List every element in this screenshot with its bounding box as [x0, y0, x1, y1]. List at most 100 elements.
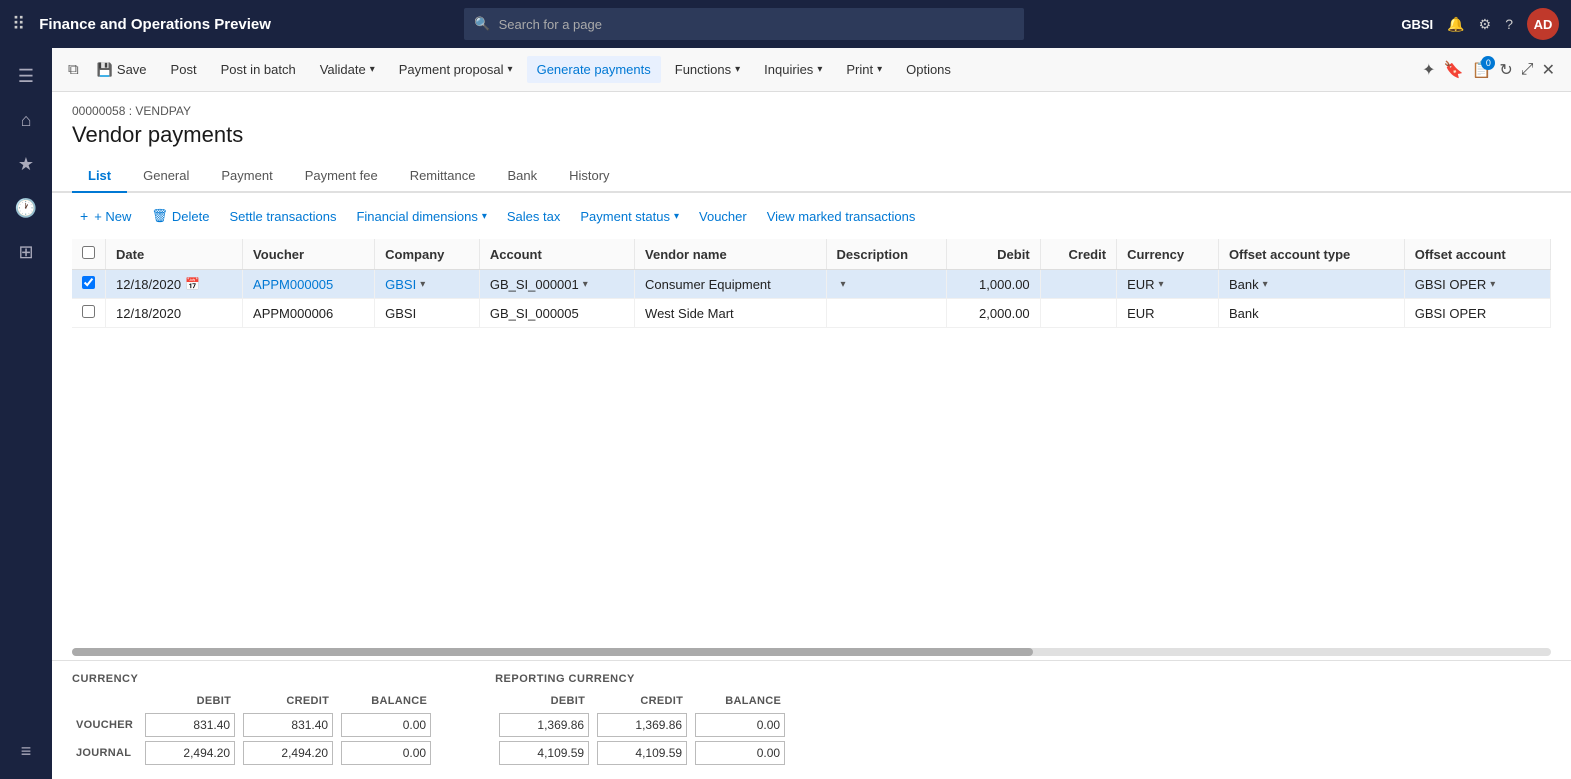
cell-currency: EUR: [1117, 299, 1219, 328]
sidebar-icon-menu[interactable]: ☰: [6, 56, 46, 96]
print-button[interactable]: Print ▾: [836, 56, 892, 83]
popout-icon[interactable]: ⤢: [1521, 61, 1534, 79]
sidebar: ☰ ⌂ ★ 🕐 ⊞ ≡: [0, 48, 52, 779]
offset-type-dropdown-icon[interactable]: ▾: [1263, 279, 1268, 290]
col-header-offset-account-type[interactable]: Offset account type: [1218, 239, 1404, 270]
financial-dim-dropdown-icon: ▾: [482, 211, 487, 222]
offset-account-dropdown-icon[interactable]: ▾: [1490, 279, 1495, 290]
generate-payments-button[interactable]: Generate payments: [527, 56, 661, 83]
cell-offset-account: GBSI OPER: [1404, 299, 1550, 328]
cell-voucher: APPM000006: [243, 299, 375, 328]
col-header-offset-account[interactable]: Offset account: [1404, 239, 1550, 270]
inquiries-button[interactable]: Inquiries ▾: [754, 56, 832, 83]
tabs: List General Payment Payment fee Remitta…: [52, 160, 1571, 193]
row-checkbox[interactable]: [82, 305, 95, 318]
sidebar-icon-home[interactable]: ⌂: [6, 100, 46, 140]
col-header-account[interactable]: Account: [479, 239, 634, 270]
tab-remittance[interactable]: Remittance: [394, 160, 492, 193]
personalize-icon[interactable]: ✦: [1422, 60, 1435, 80]
post-batch-button[interactable]: Post in batch: [211, 56, 306, 83]
horizontal-scrollbar[interactable]: [52, 644, 1571, 660]
tab-general[interactable]: General: [127, 160, 205, 193]
col-header-debit[interactable]: Debit: [947, 239, 1040, 270]
close-icon[interactable]: ✕: [1542, 60, 1555, 80]
grid-wrapper[interactable]: Date Voucher Company Account Vendor name…: [52, 239, 1571, 644]
notification-badge[interactable]: 📋 0: [1471, 60, 1491, 80]
data-grid: Date Voucher Company Account Vendor name…: [72, 239, 1551, 328]
payment-proposal-button[interactable]: Payment proposal ▾: [389, 56, 523, 83]
currency-summary-table: DEBIT CREDIT BALANCE VOUCHER: [72, 693, 435, 767]
top-bar: ⠿ Finance and Operations Preview 🔍 GBSI …: [0, 0, 1571, 48]
settle-transactions-button[interactable]: Settle transactions: [222, 204, 345, 229]
view-marked-transactions-button[interactable]: View marked transactions: [759, 204, 924, 229]
sidebar-icon-modules[interactable]: ≡: [6, 731, 46, 771]
col-header-description[interactable]: Description: [826, 239, 947, 270]
description-dropdown-icon[interactable]: ▾: [841, 279, 846, 290]
reporting-voucher-credit-input: [597, 713, 687, 737]
currency-balance-header: BALANCE: [337, 693, 435, 711]
search-input[interactable]: [499, 17, 1015, 32]
row-checkbox[interactable]: [82, 276, 95, 289]
row-check[interactable]: [72, 270, 106, 299]
help-icon[interactable]: ?: [1505, 16, 1513, 32]
settings-icon[interactable]: ⚙: [1479, 16, 1492, 33]
financial-dimensions-button[interactable]: Financial dimensions ▾: [348, 204, 494, 229]
sidebar-icon-recent[interactable]: 🕐: [6, 188, 46, 228]
voucher-button[interactable]: Voucher: [691, 204, 755, 229]
save-button[interactable]: 💾 Save: [87, 56, 157, 84]
top-bar-actions: GBSI 🔔 ⚙ ? AD: [1401, 8, 1559, 40]
col-header-voucher[interactable]: Voucher: [243, 239, 375, 270]
tab-bank[interactable]: Bank: [491, 160, 553, 193]
tab-list[interactable]: List: [72, 160, 127, 193]
currency-dropdown-icon[interactable]: ▾: [1159, 279, 1164, 290]
bookmark-icon[interactable]: 🔖: [1444, 60, 1464, 80]
reporting-journal-balance-input: [695, 741, 785, 765]
voucher-link[interactable]: APPM000005: [253, 277, 333, 292]
col-header-vendor-name[interactable]: Vendor name: [635, 239, 826, 270]
currency-journal-credit-cell: [239, 739, 337, 767]
user-avatar[interactable]: AD: [1527, 8, 1559, 40]
validate-button[interactable]: Validate ▾: [310, 56, 385, 83]
table-row[interactable]: 12/18/2020 APPM000006 GBSI GB_SI_000005 …: [72, 299, 1551, 328]
reporting-voucher-balance-cell: [691, 711, 789, 739]
table-row[interactable]: 12/18/2020 📅 APPM000005 GBSI ▾: [72, 270, 1551, 299]
select-all-checkbox[interactable]: [82, 246, 95, 259]
col-header-check[interactable]: [72, 239, 106, 270]
currency-voucher-debit-cell: [141, 711, 239, 739]
notification-icon[interactable]: 🔔: [1447, 16, 1464, 33]
grid-icon[interactable]: ⠿: [12, 14, 25, 35]
sidebar-icon-favorites[interactable]: ★: [6, 144, 46, 184]
options-button[interactable]: Options: [896, 56, 961, 83]
post-button[interactable]: Post: [161, 56, 207, 83]
delete-button[interactable]: 🗑 Delete: [143, 203, 217, 229]
cell-debit: 2,000.00: [947, 299, 1040, 328]
col-header-currency[interactable]: Currency: [1117, 239, 1219, 270]
tab-payment-fee[interactable]: Payment fee: [289, 160, 394, 193]
calendar-icon[interactable]: 📅: [185, 277, 200, 291]
cell-company: GBSI ▾: [375, 270, 480, 299]
reporting-voucher-balance-input: [695, 713, 785, 737]
col-header-date[interactable]: Date: [106, 239, 243, 270]
sales-tax-button[interactable]: Sales tax: [499, 204, 568, 229]
functions-button[interactable]: Functions ▾: [665, 56, 750, 83]
filter-icon[interactable]: ⧉: [68, 61, 79, 78]
tab-history[interactable]: History: [553, 160, 625, 193]
sidebar-icon-workspaces[interactable]: ⊞: [6, 232, 46, 272]
col-header-credit[interactable]: Credit: [1040, 239, 1116, 270]
grid-header-row: Date Voucher Company Account Vendor name…: [72, 239, 1551, 270]
company-link[interactable]: GBSI: [385, 277, 416, 292]
cell-debit: 1,000.00: [947, 270, 1040, 299]
account-dropdown-icon[interactable]: ▾: [583, 279, 588, 290]
company-dropdown-icon[interactable]: ▾: [420, 279, 425, 290]
currency-journal-balance-input: [341, 741, 431, 765]
row-check[interactable]: [72, 299, 106, 328]
scrollbar-thumb[interactable]: [72, 648, 1033, 656]
cell-vendor-name: West Side Mart: [635, 299, 826, 328]
currency-journal-balance-cell: [337, 739, 435, 767]
tab-payment[interactable]: Payment: [205, 160, 288, 193]
journal-row-label: JOURNAL: [72, 739, 141, 767]
payment-status-button[interactable]: Payment status ▾: [572, 204, 687, 229]
refresh-icon[interactable]: ↻: [1499, 60, 1512, 80]
col-header-company[interactable]: Company: [375, 239, 480, 270]
new-button[interactable]: + + New: [72, 203, 139, 229]
